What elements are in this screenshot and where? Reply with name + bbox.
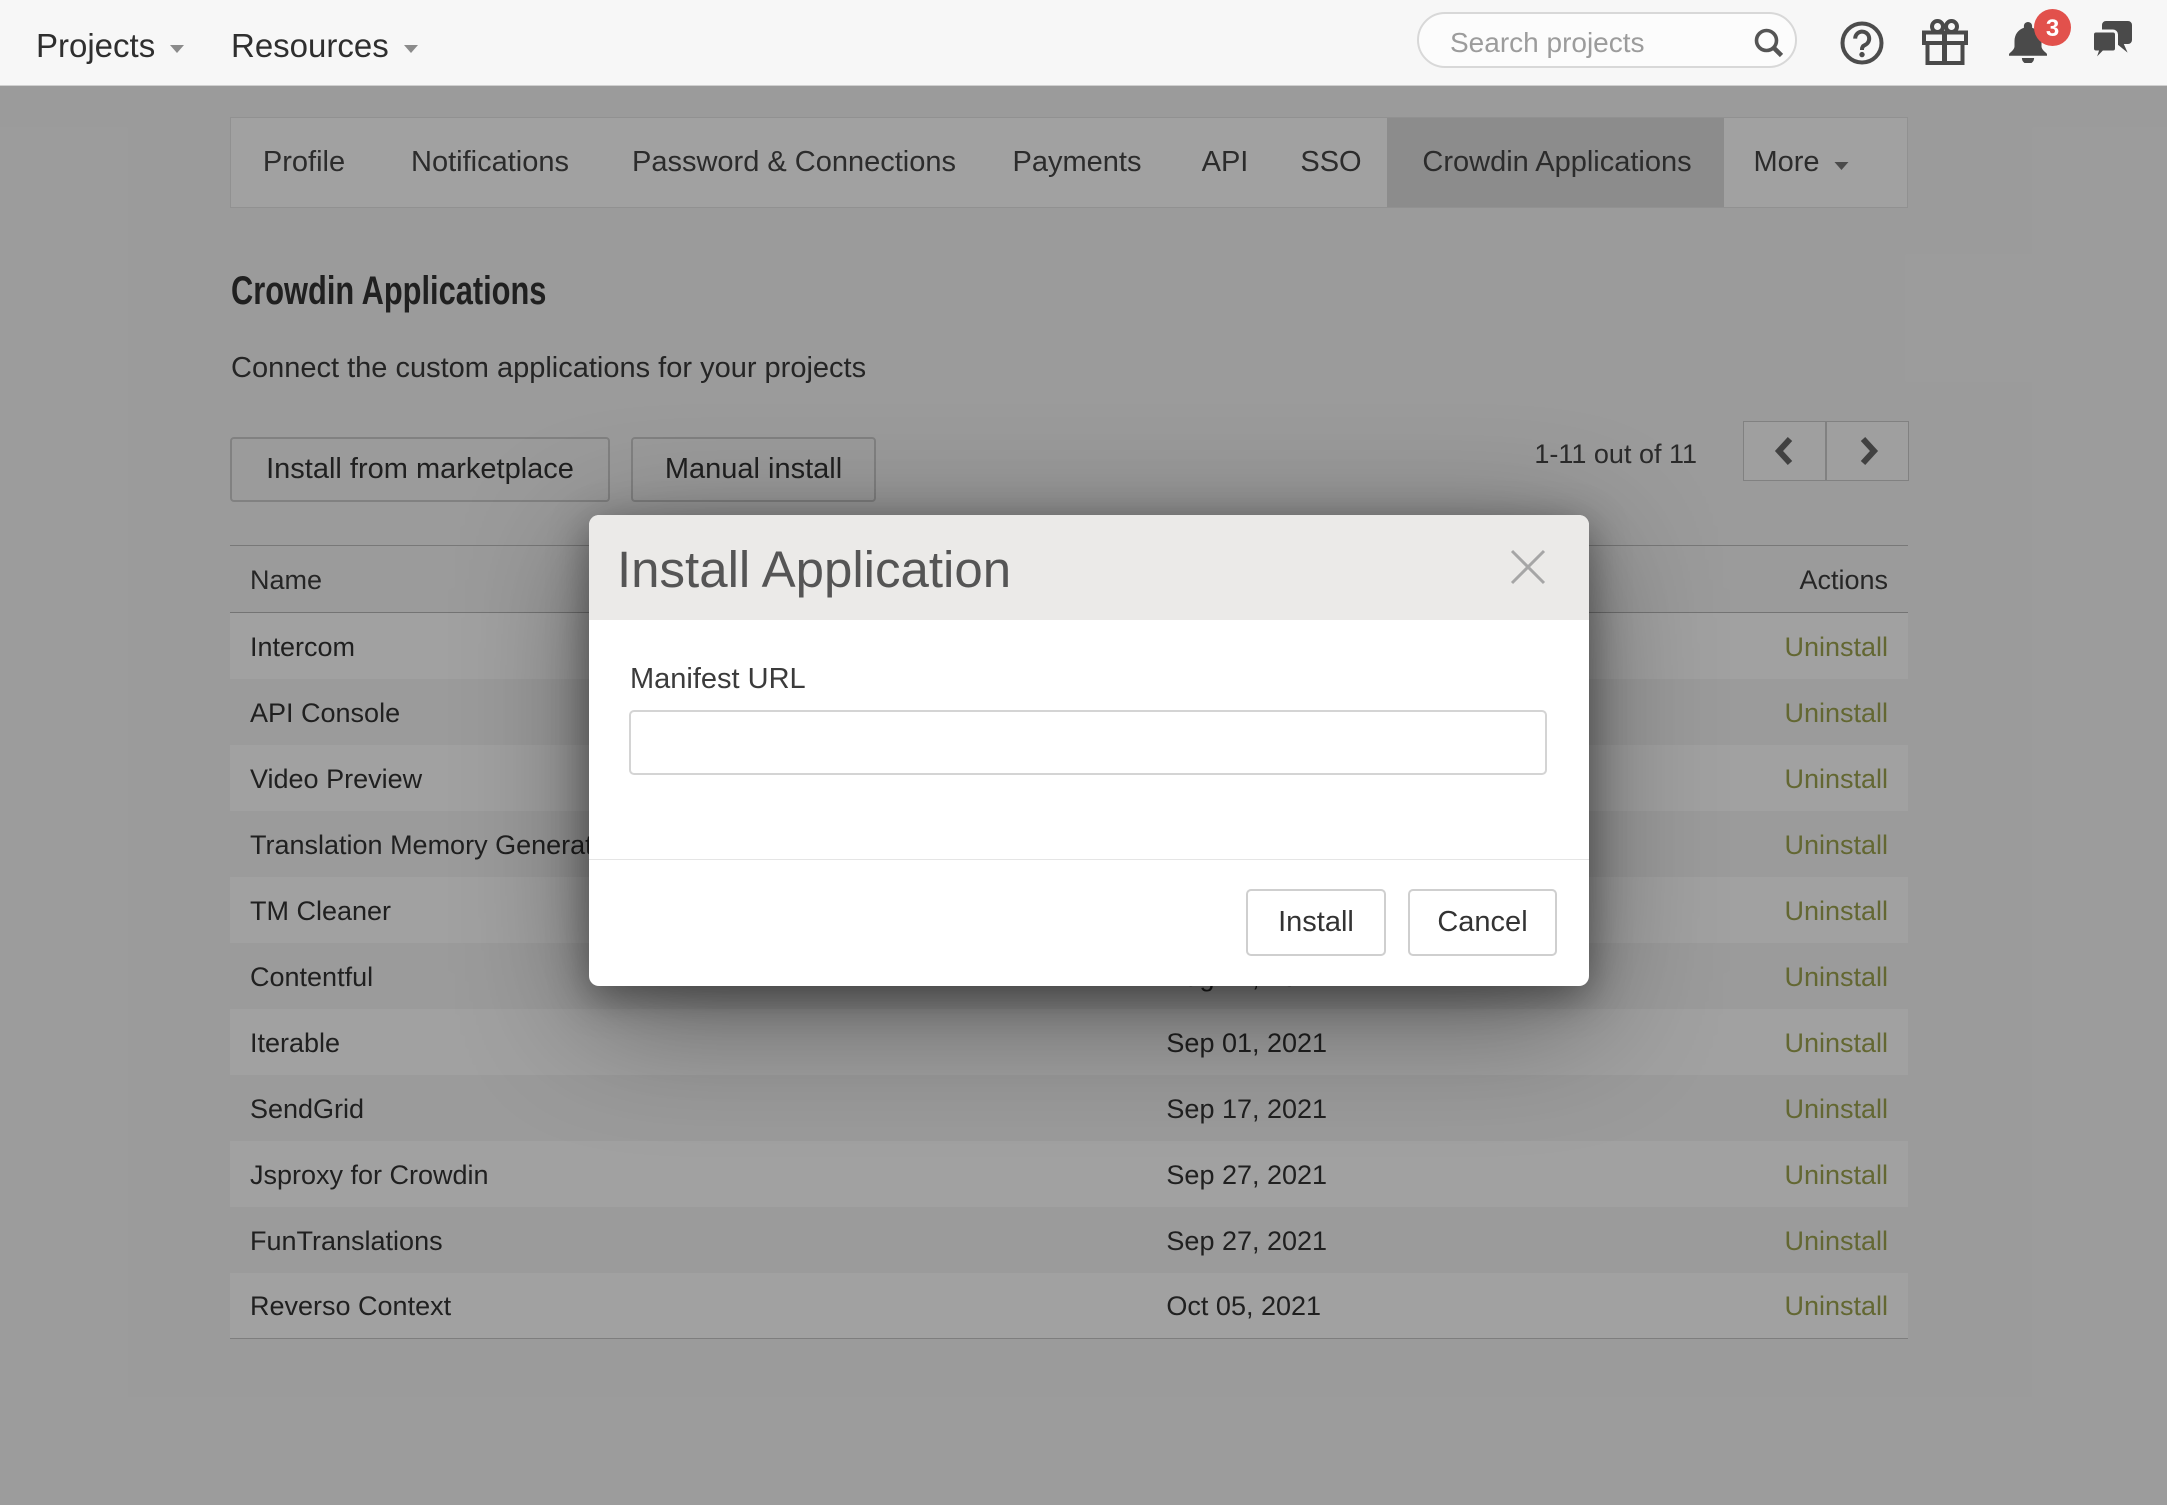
svg-text:3: 3 bbox=[2046, 15, 2059, 42]
